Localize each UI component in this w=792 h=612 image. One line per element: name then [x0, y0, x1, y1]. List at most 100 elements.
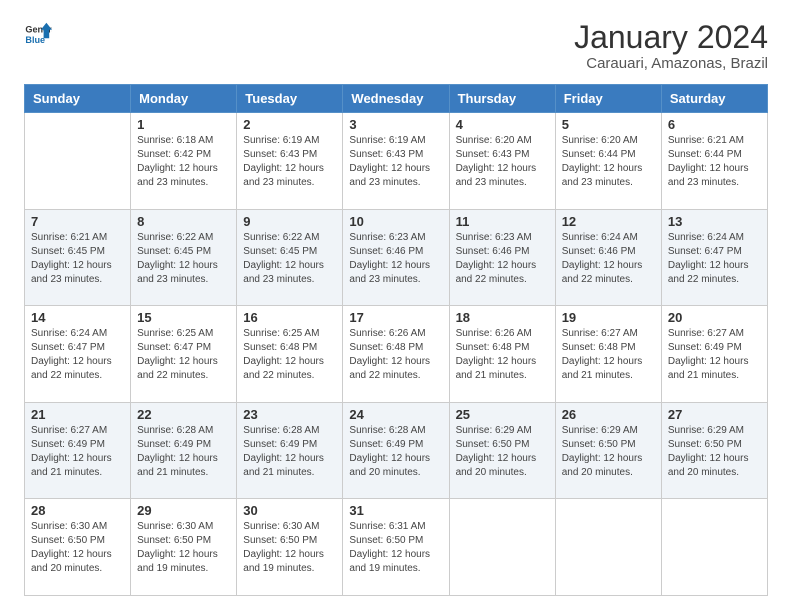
- calendar-cell: 11Sunrise: 6:23 AM Sunset: 6:46 PM Dayli…: [449, 209, 555, 306]
- day-number: 27: [668, 407, 761, 422]
- svg-text:Blue: Blue: [25, 35, 45, 45]
- calendar-cell: 13 Sunrise: 6:24 AM Sunset: 6:47 PM Dayli…: [661, 209, 767, 306]
- calendar-week-1: 1 Sunrise: 6:18 AM Sunset: 6:42 PM Daylig…: [25, 113, 768, 210]
- cell-info: Sunrise: 6:21 AM Sunset: 6:44 PM Dayligh…: [668, 134, 761, 190]
- day-number: 14: [31, 310, 124, 325]
- day-number: 21: [31, 407, 124, 422]
- day-number: 26: [562, 407, 655, 422]
- calendar-cell: 18Sunrise: 6:26 AM Sunset: 6:48 PM Dayli…: [449, 306, 555, 403]
- day-number: 5: [562, 117, 655, 132]
- day-number: 16: [243, 310, 336, 325]
- calendar-cell: 28 Sunrise: 6:30 AM Sunset: 6:50 PM Dayli…: [25, 499, 131, 596]
- cell-info: Sunrise: 6:28 AM Sunset: 6:49 PM Dayligh…: [137, 424, 230, 480]
- cell-info: Sunrise: 6:23 AM Sunset: 6:46 PM Dayligh…: [349, 231, 442, 287]
- day-number: 4: [456, 117, 549, 132]
- day-number: 28: [31, 503, 124, 518]
- day-number: 17: [349, 310, 442, 325]
- cell-info: Sunrise: 6:27 AM Sunset: 6:49 PM Dayligh…: [31, 424, 124, 480]
- calendar-cell: 6 Sunrise: 6:21 AM Sunset: 6:44 PM Daylig…: [661, 113, 767, 210]
- title-block: January 2024 Carauari, Amazonas, Brazil: [574, 20, 768, 72]
- cell-info: Sunrise: 6:22 AM Sunset: 6:45 PM Dayligh…: [137, 231, 230, 287]
- column-header-tuesday: Tuesday: [237, 85, 343, 113]
- calendar-week-2: 7 Sunrise: 6:21 AM Sunset: 6:45 PM Daylig…: [25, 209, 768, 306]
- column-header-wednesday: Wednesday: [343, 85, 449, 113]
- cell-info: Sunrise: 6:27 AM Sunset: 6:49 PM Dayligh…: [668, 327, 761, 383]
- day-number: 12: [562, 214, 655, 229]
- header: General Blue January 2024 Carauari, Amaz…: [24, 20, 768, 72]
- calendar-cell: 29Sunrise: 6:30 AM Sunset: 6:50 PM Dayli…: [131, 499, 237, 596]
- day-number: 9: [243, 214, 336, 229]
- day-number: 2: [243, 117, 336, 132]
- calendar-cell: 23 Sunrise: 6:28 AM Sunset: 6:49 PM Dayli…: [237, 402, 343, 499]
- day-number: 24: [349, 407, 442, 422]
- day-number: 31: [349, 503, 442, 518]
- day-number: 3: [349, 117, 442, 132]
- calendar-cell: 25 Sunrise: 6:29 AM Sunset: 6:50 PM Dayli…: [449, 402, 555, 499]
- calendar-cell: 7 Sunrise: 6:21 AM Sunset: 6:45 PM Daylig…: [25, 209, 131, 306]
- calendar-cell: 30 Sunrise: 6:30 AM Sunset: 6:50 PM Dayli…: [237, 499, 343, 596]
- day-number: 10: [349, 214, 442, 229]
- cell-info: Sunrise: 6:28 AM Sunset: 6:49 PM Dayligh…: [349, 424, 442, 480]
- day-number: 8: [137, 214, 230, 229]
- cell-info: Sunrise: 6:25 AM Sunset: 6:47 PM Dayligh…: [137, 327, 230, 383]
- cell-info: Sunrise: 6:24 AM Sunset: 6:46 PM Dayligh…: [562, 231, 655, 287]
- cell-info: Sunrise: 6:30 AM Sunset: 6:50 PM Dayligh…: [31, 520, 124, 576]
- logo: General Blue: [24, 20, 52, 48]
- day-number: 1: [137, 117, 230, 132]
- cell-info: Sunrise: 6:26 AM Sunset: 6:48 PM Dayligh…: [456, 327, 549, 383]
- calendar-cell: 3 Sunrise: 6:19 AM Sunset: 6:43 PM Daylig…: [343, 113, 449, 210]
- day-number: 7: [31, 214, 124, 229]
- calendar-header-row: SundayMondayTuesdayWednesdayThursdayFrid…: [25, 85, 768, 113]
- calendar-cell: [449, 499, 555, 596]
- day-number: 6: [668, 117, 761, 132]
- calendar-cell: 17 Sunrise: 6:26 AM Sunset: 6:48 PM Dayli…: [343, 306, 449, 403]
- cell-info: Sunrise: 6:30 AM Sunset: 6:50 PM Dayligh…: [243, 520, 336, 576]
- day-number: 23: [243, 407, 336, 422]
- cell-info: Sunrise: 6:26 AM Sunset: 6:48 PM Dayligh…: [349, 327, 442, 383]
- calendar-cell: 21 Sunrise: 6:27 AM Sunset: 6:49 PM Dayli…: [25, 402, 131, 499]
- day-number: 22: [137, 407, 230, 422]
- calendar-cell: 20 Sunrise: 6:27 AM Sunset: 6:49 PM Dayli…: [661, 306, 767, 403]
- cell-info: Sunrise: 6:18 AM Sunset: 6:42 PM Dayligh…: [137, 134, 230, 190]
- day-number: 25: [456, 407, 549, 422]
- cell-info: Sunrise: 6:31 AM Sunset: 6:50 PM Dayligh…: [349, 520, 442, 576]
- cell-info: Sunrise: 6:30 AM Sunset: 6:50 PM Dayligh…: [137, 520, 230, 576]
- cell-info: Sunrise: 6:23 AM Sunset: 6:46 PM Dayligh…: [456, 231, 549, 287]
- cell-info: Sunrise: 6:24 AM Sunset: 6:47 PM Dayligh…: [668, 231, 761, 287]
- calendar-cell: [25, 113, 131, 210]
- column-header-thursday: Thursday: [449, 85, 555, 113]
- cell-info: Sunrise: 6:29 AM Sunset: 6:50 PM Dayligh…: [562, 424, 655, 480]
- calendar-cell: 12 Sunrise: 6:24 AM Sunset: 6:46 PM Dayli…: [555, 209, 661, 306]
- column-header-saturday: Saturday: [661, 85, 767, 113]
- calendar-cell: 5 Sunrise: 6:20 AM Sunset: 6:44 PM Daylig…: [555, 113, 661, 210]
- calendar-cell: 15Sunrise: 6:25 AM Sunset: 6:47 PM Dayli…: [131, 306, 237, 403]
- calendar-table: SundayMondayTuesdayWednesdayThursdayFrid…: [24, 84, 768, 596]
- cell-info: Sunrise: 6:28 AM Sunset: 6:49 PM Dayligh…: [243, 424, 336, 480]
- cell-info: Sunrise: 6:20 AM Sunset: 6:44 PM Dayligh…: [562, 134, 655, 190]
- calendar-body: 1 Sunrise: 6:18 AM Sunset: 6:42 PM Daylig…: [25, 113, 768, 596]
- column-header-friday: Friday: [555, 85, 661, 113]
- column-header-monday: Monday: [131, 85, 237, 113]
- cell-info: Sunrise: 6:19 AM Sunset: 6:43 PM Dayligh…: [349, 134, 442, 190]
- cell-info: Sunrise: 6:27 AM Sunset: 6:48 PM Dayligh…: [562, 327, 655, 383]
- calendar-cell: 8 Sunrise: 6:22 AM Sunset: 6:45 PM Daylig…: [131, 209, 237, 306]
- cell-info: Sunrise: 6:21 AM Sunset: 6:45 PM Dayligh…: [31, 231, 124, 287]
- column-header-sunday: Sunday: [25, 85, 131, 113]
- cell-info: Sunrise: 6:24 AM Sunset: 6:47 PM Dayligh…: [31, 327, 124, 383]
- page: General Blue January 2024 Carauari, Amaz…: [0, 0, 792, 612]
- logo-icon: General Blue: [24, 20, 52, 48]
- day-number: 19: [562, 310, 655, 325]
- day-number: 13: [668, 214, 761, 229]
- calendar-cell: 4Sunrise: 6:20 AM Sunset: 6:43 PM Daylig…: [449, 113, 555, 210]
- subtitle: Carauari, Amazonas, Brazil: [574, 55, 768, 72]
- month-title: January 2024: [574, 20, 768, 55]
- calendar-cell: 2Sunrise: 6:19 AM Sunset: 6:43 PM Daylig…: [237, 113, 343, 210]
- day-number: 30: [243, 503, 336, 518]
- calendar-cell: 26 Sunrise: 6:29 AM Sunset: 6:50 PM Dayli…: [555, 402, 661, 499]
- calendar-week-3: 14 Sunrise: 6:24 AM Sunset: 6:47 PM Dayli…: [25, 306, 768, 403]
- calendar-cell: [555, 499, 661, 596]
- calendar-week-4: 21 Sunrise: 6:27 AM Sunset: 6:49 PM Dayli…: [25, 402, 768, 499]
- cell-info: Sunrise: 6:29 AM Sunset: 6:50 PM Dayligh…: [456, 424, 549, 480]
- calendar-cell: [661, 499, 767, 596]
- day-number: 20: [668, 310, 761, 325]
